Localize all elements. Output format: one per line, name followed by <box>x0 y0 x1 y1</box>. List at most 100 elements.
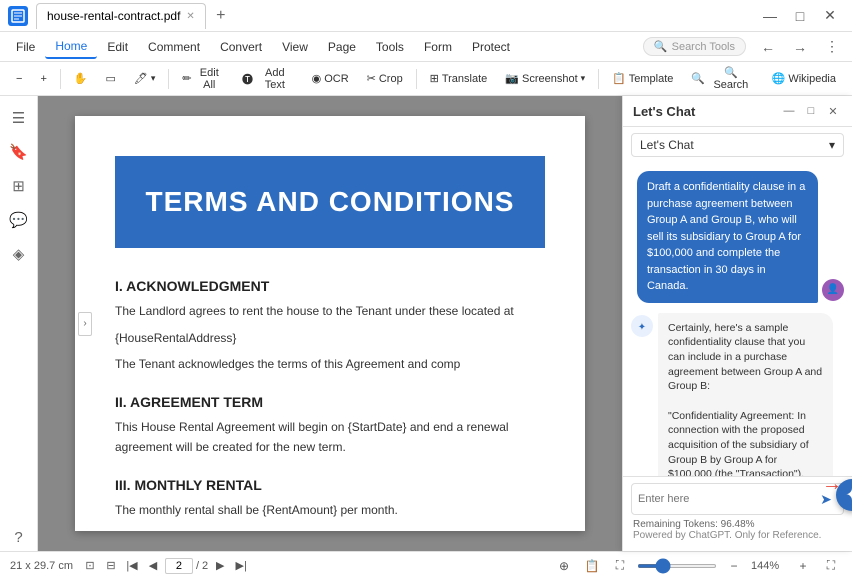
menu-page[interactable]: Page <box>318 36 366 58</box>
chat-panel: Let's Chat — □ ✕ Let's Chat ▾ Draft a co… <box>622 96 852 551</box>
pdf-section-extra-1: The Tenant acknowledges the terms of thi… <box>115 355 545 374</box>
title-bar: house-rental-contract.pdf ✕ + — □ ✕ <box>0 0 852 32</box>
menu-edit[interactable]: Edit <box>97 36 138 58</box>
edit-all-button[interactable]: ✏ Edit All <box>174 64 232 94</box>
menu-file[interactable]: File <box>6 36 45 58</box>
forward-button[interactable]: → <box>786 36 814 58</box>
status-right: ⊕ 📋 ⛶ − 144% + ⛶ <box>553 555 842 577</box>
pdf-section-content-1: The Landlord agrees to rent the house to… <box>115 302 545 321</box>
chat-minimize-btn[interactable]: — <box>780 102 798 120</box>
minimize-button[interactable]: — <box>756 5 784 27</box>
pdf-tab[interactable]: house-rental-contract.pdf ✕ <box>36 3 206 29</box>
sidebar-icon-comment[interactable]: 💬 <box>5 206 33 234</box>
chat-header: Let's Chat — □ ✕ <box>623 96 852 127</box>
maximize-button[interactable]: □ <box>786 5 814 27</box>
zoom-in-status-btn[interactable]: + <box>792 555 814 577</box>
zoom-level: 144% <box>751 560 786 572</box>
window-controls: — □ ✕ <box>756 5 844 27</box>
chevron-down-icon: ▾ <box>829 138 835 152</box>
screenshot-label: Screenshot <box>522 73 578 85</box>
translate-button[interactable]: ⊞ Translate <box>422 69 496 88</box>
crop-button[interactable]: ✂ Crop <box>359 69 411 88</box>
pdf-section-title-2: II. AGREEMENT TERM <box>115 394 545 410</box>
menu-tools[interactable]: Tools <box>366 36 414 58</box>
template-label: Template <box>629 73 674 85</box>
status-icon-1[interactable]: ⊕ <box>553 555 575 577</box>
pdf-area: › TERMS AND CONDITIONS I. ACKNOWLEDGMENT… <box>38 96 622 551</box>
svg-text:✦: ✦ <box>638 322 646 333</box>
chat-close-btn[interactable]: ✕ <box>824 102 842 120</box>
bot-bubble: Certainly, here's a sample confidentiali… <box>658 313 833 477</box>
chat-dropdown[interactable]: Let's Chat ▾ <box>631 133 844 157</box>
last-page-button[interactable]: ▶| <box>232 557 250 575</box>
menu-bar: File Home Edit Comment Convert View Page… <box>0 32 852 62</box>
add-text-label: Add Text <box>256 67 294 91</box>
toolbar-separator-4 <box>598 69 599 89</box>
sidebar-icon-bookmark[interactable]: 🔖 <box>5 138 33 166</box>
app-icon <box>8 6 28 26</box>
menu-protect[interactable]: Protect <box>462 36 520 58</box>
toolbar-separator-2 <box>168 69 169 89</box>
menu-view[interactable]: View <box>272 36 318 58</box>
sidebar-icon-1[interactable]: ☰ <box>5 104 33 132</box>
menu-convert[interactable]: Convert <box>210 36 272 58</box>
zoom-out-status-btn[interactable]: − <box>723 555 745 577</box>
chat-powered-by: Powered by ChatGPT. Only for Reference. <box>631 530 844 545</box>
sidebar-icon-thumbnail[interactable]: ⊞ <box>5 172 33 200</box>
bot-avatar: ✦ <box>631 315 653 337</box>
select-tool-button[interactable]: ▭ <box>97 69 123 88</box>
markup-button[interactable]: 🖊 ▾ <box>126 69 164 88</box>
status-left: 21 x 29.7 cm <box>10 560 73 572</box>
bot-message-row: ✦ Certainly, here's a sample confidentia… <box>631 313 833 477</box>
zoom-in-button[interactable]: + <box>32 70 54 88</box>
page-size: 21 x 29.7 cm <box>10 560 73 572</box>
pdf-header: TERMS AND CONDITIONS <box>115 156 545 248</box>
user-message-row: Draft a confidentiality clause in a purc… <box>631 171 844 303</box>
add-text-button[interactable]: 🅣 Add Text <box>234 64 302 94</box>
fit-page-button[interactable]: ⊡ <box>81 557 99 575</box>
first-page-button[interactable]: |◀ <box>123 557 141 575</box>
zoom-slider[interactable] <box>637 564 717 568</box>
sidebar-icon-help[interactable]: ? <box>5 523 33 551</box>
page-navigation: ⊡ ⊟ |◀ ◀ / 2 ▶ ▶| <box>81 557 250 575</box>
next-page-button[interactable]: ▶ <box>211 557 229 575</box>
menu-home[interactable]: Home <box>45 35 97 59</box>
overflow-button[interactable]: ⋮ <box>818 36 846 58</box>
new-tab-button[interactable]: + <box>210 5 232 27</box>
chat-maximize-btn[interactable]: □ <box>802 102 820 120</box>
hand-tool-button[interactable]: ✋ <box>66 69 96 88</box>
pdf-address: {HouseRentalAddress} <box>115 331 545 345</box>
toolbar: − + ✋ ▭ 🖊 ▾ ✏ Edit All 🅣 Add Text ◉ OCR … <box>0 62 852 96</box>
search-button[interactable]: 🔍 🔍 Search <box>683 63 761 94</box>
crop-label: Crop <box>379 73 403 85</box>
fullscreen-button[interactable]: ⛶ <box>820 555 842 577</box>
chat-messages: Draft a confidentiality clause in a purc… <box>623 163 852 476</box>
chat-input-row: ➤ <box>631 483 844 515</box>
fit-width-button[interactable]: ⊟ <box>102 557 120 575</box>
menu-comment[interactable]: Comment <box>138 36 210 58</box>
toolbar-separator-3 <box>416 69 417 89</box>
left-sidebar: ☰ 🔖 ⊞ 💬 ◈ ? <box>0 96 38 551</box>
tab-close-btn[interactable]: ✕ <box>186 11 194 22</box>
user-avatar: 👤 <box>822 279 844 301</box>
edit-all-label: Edit All <box>195 67 225 91</box>
wikipedia-button[interactable]: 🌐 Wikipedia <box>764 69 844 88</box>
page-nav-left[interactable]: › <box>78 312 92 336</box>
user-bubble: Draft a confidentiality clause in a purc… <box>637 171 818 303</box>
status-icon-2[interactable]: 📋 <box>581 555 603 577</box>
menu-form[interactable]: Form <box>414 36 462 58</box>
screenshot-button[interactable]: 📷 Screenshot ▾ <box>497 69 593 88</box>
template-button[interactable]: 📋 Template <box>604 69 681 88</box>
current-page-input[interactable] <box>165 558 193 574</box>
pdf-page: TERMS AND CONDITIONS I. ACKNOWLEDGMENT T… <box>75 116 585 531</box>
sidebar-icon-layers[interactable]: ◈ <box>5 240 33 268</box>
chat-input[interactable] <box>638 493 811 505</box>
close-button[interactable]: ✕ <box>816 5 844 27</box>
fit-screen-button[interactable]: ⛶ <box>609 555 631 577</box>
back-button[interactable]: ← <box>754 36 782 58</box>
zoom-out-button[interactable]: − <box>8 70 30 88</box>
search-tools-input[interactable]: 🔍 Search Tools <box>643 37 746 56</box>
ocr-button[interactable]: ◉ OCR <box>304 69 357 88</box>
prev-page-button[interactable]: ◀ <box>144 557 162 575</box>
chat-input-area: ➤ Remaining Tokens: 96.48% Powered by Ch… <box>623 476 852 551</box>
